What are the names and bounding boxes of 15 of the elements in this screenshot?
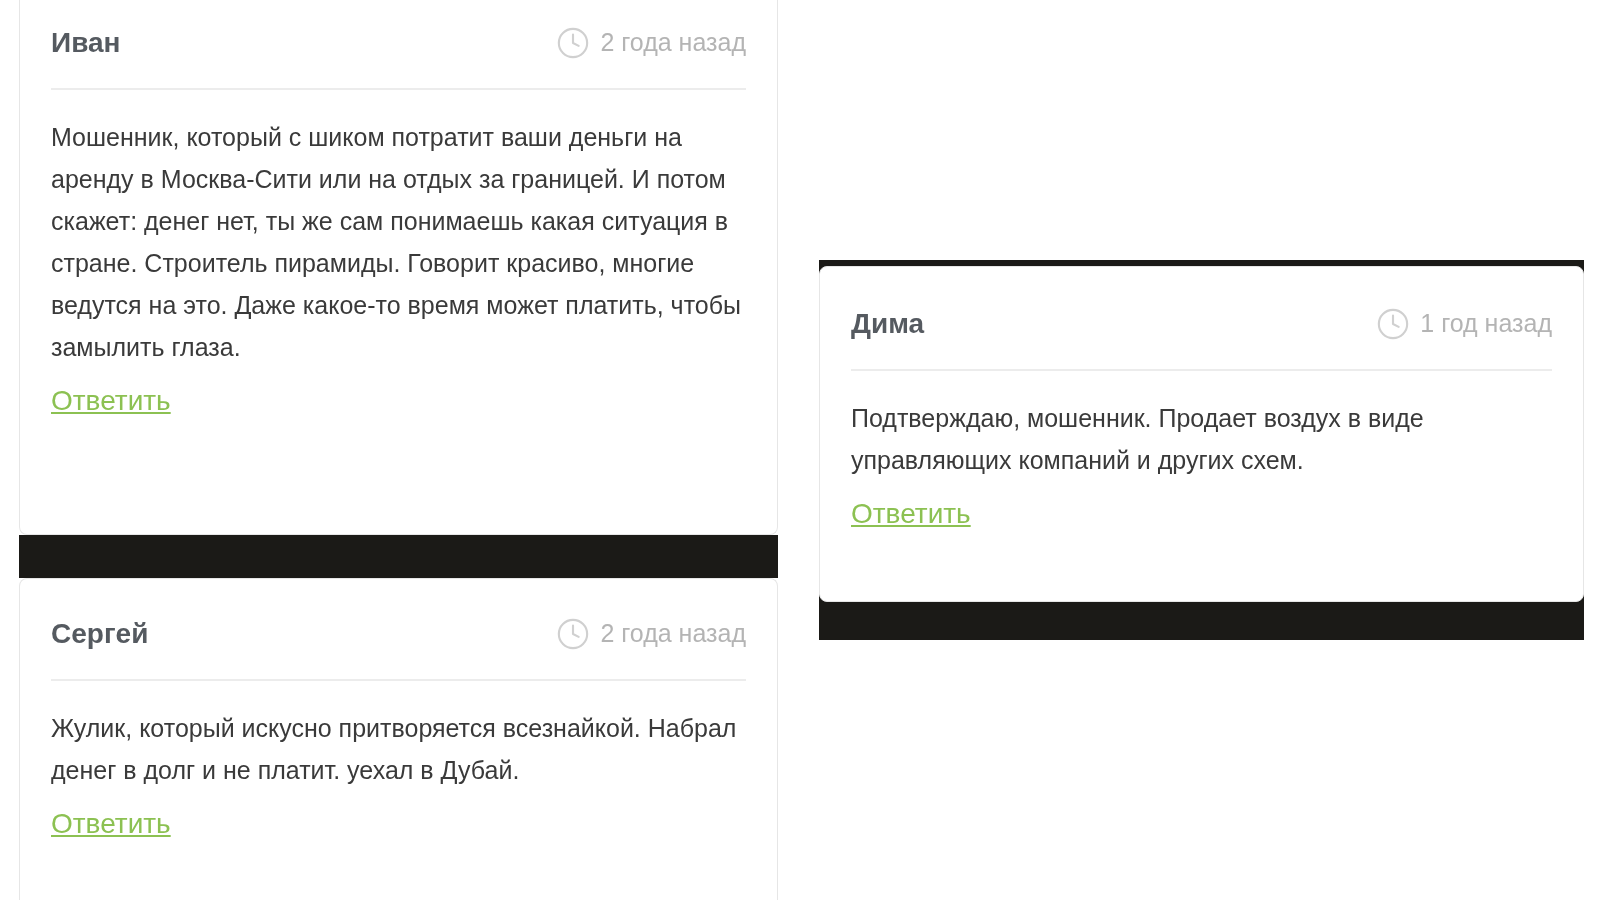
comment-text: Жулик, который искусно притворяется всезнайкой. Набрал денег в долг и не платит. уехал в Дубай. bbox=[51, 713, 738, 786]
comment-time: 2 года назад bbox=[600, 618, 746, 650]
comment-time: 2 года назад bbox=[600, 27, 746, 59]
comment-text: Мошенник, который с шиком потратит ваши деньги на аренду в Москва-Сити или на отдых за границей. И потом скажет: денег нет, ты же сам понимаешь какая ситуация в стране. Строитель пирамиды. Говорит красиво, многие ведутся на это. Даже какое-то время может платить, чтобы замылить глаза. bbox=[51, 122, 742, 363]
author-name: Иван bbox=[51, 26, 121, 60]
reply-link[interactable]: Ответить bbox=[51, 803, 171, 845]
comment-time: 1 год назад bbox=[1420, 308, 1552, 340]
author-name: Дима bbox=[851, 307, 925, 341]
clock-icon bbox=[556, 26, 591, 60]
author-name: Сергей bbox=[51, 617, 149, 651]
comment-text: Подтверждаю, мошенник. Продает воздух в виде управляющих компаний и других схем. bbox=[851, 403, 1425, 476]
reply-link[interactable]: Ответить bbox=[851, 493, 971, 535]
reply-link[interactable]: Ответить bbox=[51, 380, 171, 422]
clock-icon bbox=[556, 617, 591, 651]
clock-icon bbox=[1376, 307, 1411, 341]
